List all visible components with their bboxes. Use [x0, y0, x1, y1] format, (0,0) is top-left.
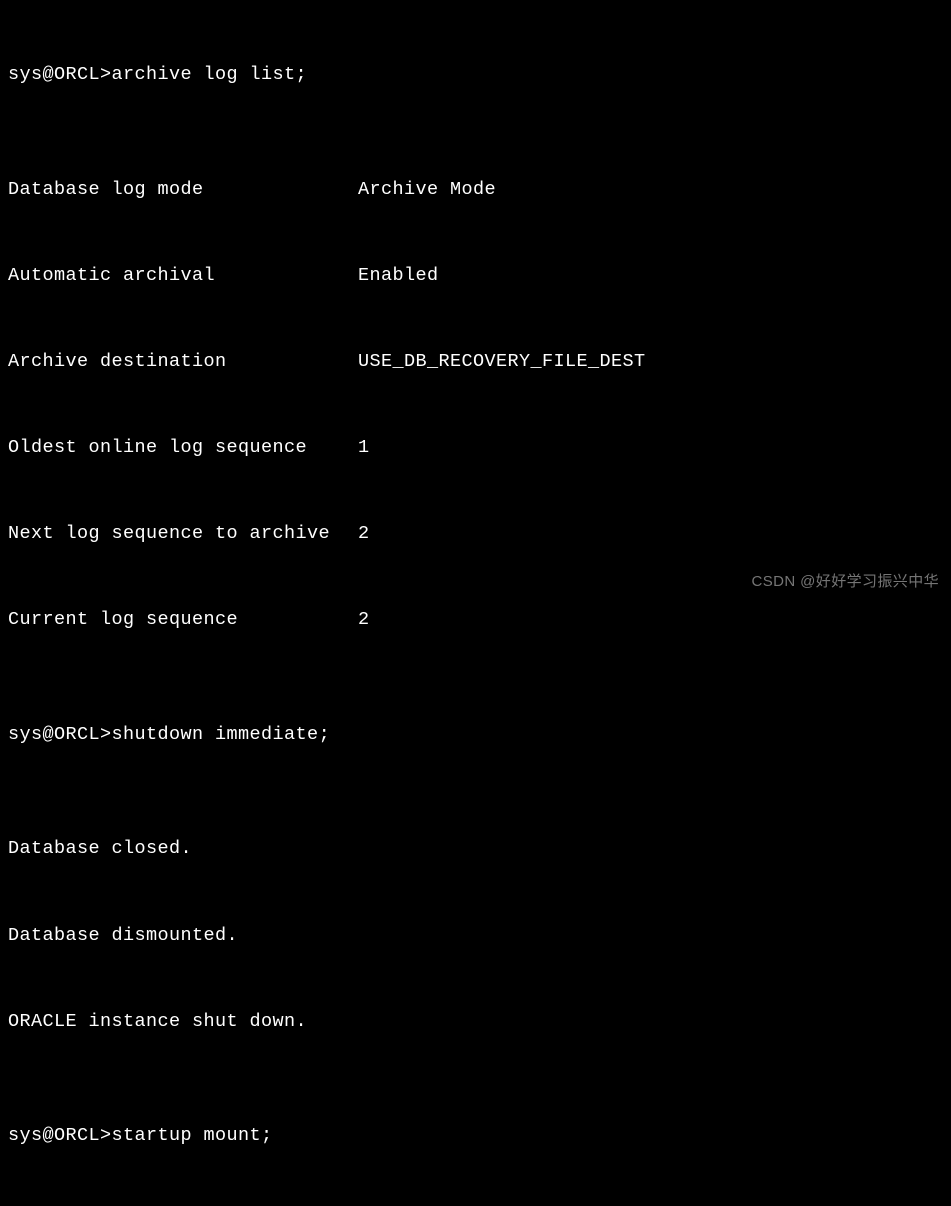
archive-value: 1 [358, 434, 370, 463]
prompt-user: sys@ORCL> [8, 724, 112, 745]
archive-label: Oldest online log sequence [8, 434, 358, 463]
command-text: shutdown immediate; [112, 724, 331, 745]
prompt-user: sys@ORCL> [8, 64, 112, 85]
archive-row: Oldest online log sequence1 [8, 434, 943, 463]
archive-value: USE_DB_RECOVERY_FILE_DEST [358, 348, 646, 377]
archive-value: Archive Mode [358, 176, 496, 205]
prompt-user: sys@ORCL> [8, 1125, 112, 1146]
archive-row: Database log modeArchive Mode [8, 176, 943, 205]
archive-label: Next log sequence to archive [8, 520, 358, 549]
archive-row: Archive destinationUSE_DB_RECOVERY_FILE_… [8, 348, 943, 377]
archive-value: 2 [358, 606, 370, 635]
archive-row: Automatic archivalEnabled [8, 262, 943, 291]
archive-value: 2 [358, 520, 370, 549]
output-line: Database closed. [8, 835, 943, 864]
output-line: Database dismounted. [8, 922, 943, 951]
output-line: ORACLE instance shut down. [8, 1008, 943, 1037]
prompt-line-3: sys@ORCL>startup mount; [8, 1122, 943, 1151]
archive-label: Automatic archival [8, 262, 358, 291]
terminal-output[interactable]: sys@ORCL>archive log list; Database log … [8, 4, 943, 1206]
command-text: startup mount; [112, 1125, 273, 1146]
watermark-text: CSDN @好好学习振兴中华 [752, 570, 940, 593]
archive-row: Current log sequence2 [8, 606, 943, 635]
archive-label: Current log sequence [8, 606, 358, 635]
command-text: archive log list; [112, 64, 308, 85]
archive-label: Database log mode [8, 176, 358, 205]
archive-label: Archive destination [8, 348, 358, 377]
archive-value: Enabled [358, 262, 439, 291]
prompt-line-2: sys@ORCL>shutdown immediate; [8, 721, 943, 750]
archive-row: Next log sequence to archive2 [8, 520, 943, 549]
prompt-line-1: sys@ORCL>archive log list; [8, 61, 943, 90]
